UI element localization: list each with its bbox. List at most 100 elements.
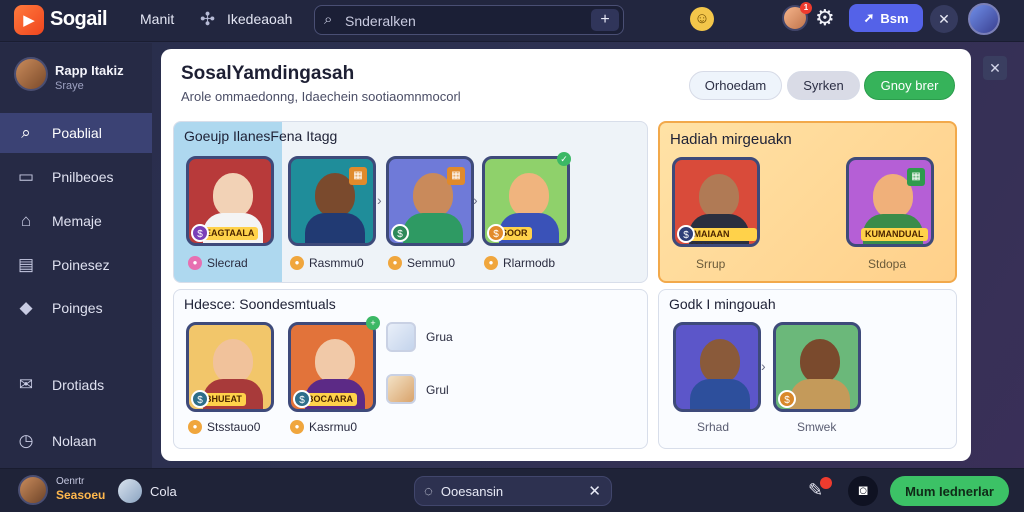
- search-icon: ⌕: [21, 123, 31, 142]
- tile-caption: BOCAARA: [303, 393, 357, 406]
- list-thumbnail[interactable]: [386, 374, 416, 404]
- search-input[interactable]: [345, 11, 585, 31]
- avatar-mini-icon: ●: [484, 256, 498, 270]
- bottom-bar: Oenrtr Seasoeu Cola ◌ Ooesansin ✕ ✎ ◙ Mu…: [0, 468, 1024, 512]
- home-icon: ⌂: [20, 211, 32, 230]
- character-body: [690, 379, 750, 409]
- game-tile[interactable]: BHUEAT $: [186, 322, 274, 412]
- profile-name: Rapp Itakiz: [55, 63, 124, 78]
- close-icon[interactable]: ✕: [983, 56, 1007, 80]
- top-bar: ▶ Sogail Manit ✣ Ikedeaoah ⌕ + ☺ 1 ⚙ ➚ Bs…: [0, 0, 1024, 42]
- mail-icon: ✉: [18, 375, 34, 394]
- notification-badge: [820, 477, 832, 489]
- smiley-icon[interactable]: ☺: [690, 7, 714, 31]
- tile-label-text: Slecrad: [207, 256, 248, 270]
- user-avatar[interactable]: [18, 475, 48, 505]
- sidebar-item-label: Pnilbeoes: [52, 169, 114, 185]
- tile-label: ● Kasrmu0: [290, 420, 357, 434]
- coin-icon: $: [293, 390, 311, 408]
- tile-caption: EAGTAALA: [201, 227, 259, 240]
- gear-icon[interactable]: ⚙: [815, 5, 835, 31]
- join-button-label: Bsm: [880, 10, 909, 26]
- avatar-mini-icon: ●: [290, 420, 304, 434]
- puzzle-icon: ✣: [200, 9, 216, 29]
- play-logo-icon[interactable]: ▶: [14, 5, 44, 35]
- gift-icon: ▦: [349, 167, 367, 185]
- game-tile[interactable]: BOCAARA $: [288, 322, 376, 412]
- gift-icon: ▦: [907, 168, 925, 186]
- tile-label: ● Slecrad: [188, 256, 248, 270]
- close-icon[interactable]: ✕: [588, 482, 601, 500]
- friend-name[interactable]: Cola: [150, 484, 177, 499]
- tile-label: Smwek: [797, 420, 837, 434]
- user-avatar[interactable]: [968, 3, 1000, 35]
- nav-link-secondary[interactable]: Ikedeaoah: [227, 11, 292, 27]
- character-body: [790, 379, 850, 409]
- character-face: [509, 173, 549, 217]
- sidebar-item-inbox[interactable]: ▭ Pnilbeoes: [0, 157, 152, 197]
- game-tile[interactable]: SOOR $: [482, 156, 570, 246]
- rocket-icon: ➚: [863, 10, 875, 25]
- coin-icon: $: [191, 390, 209, 408]
- user-name: Seasoeu: [56, 488, 106, 502]
- filter-pill-2[interactable]: Syrken: [787, 71, 860, 100]
- chevron-right-icon: ›: [377, 192, 382, 208]
- game-tile[interactable]: EAGTAALA $: [186, 156, 274, 246]
- tools-icon[interactable]: ✕: [930, 5, 958, 33]
- join-button[interactable]: ➚ Bsm: [849, 4, 923, 32]
- profile-avatar[interactable]: [14, 57, 48, 91]
- character-face: [315, 339, 355, 383]
- tile-label: ● Rlarmodb: [484, 256, 555, 270]
- search-bar: ⌕ +: [314, 5, 624, 35]
- coin-icon: $: [677, 225, 695, 243]
- clock-icon: ◷: [18, 431, 34, 450]
- camera-icon[interactable]: ◙: [848, 476, 878, 506]
- sidebar-item-label: Poinesez: [52, 257, 110, 273]
- tile-label: ● Stsstauo0: [188, 420, 260, 434]
- tile-label-text: Stsstauo0: [207, 420, 261, 434]
- game-tile[interactable]: ▦: [288, 156, 376, 246]
- filter-pill-1[interactable]: Orhoedam: [689, 71, 782, 100]
- sidebar-item-home[interactable]: ⌂ Memaje: [0, 201, 152, 241]
- coin-icon: $: [391, 224, 409, 242]
- sidebar-item-clock[interactable]: ◷ Nolaan: [0, 421, 152, 461]
- list-item-label[interactable]: Grul: [426, 383, 449, 397]
- avatar-mini-icon: ●: [188, 420, 202, 434]
- gift-icon: ▦: [447, 167, 465, 185]
- game-tile[interactable]: [673, 322, 761, 412]
- tile-label: Srhad: [697, 420, 730, 434]
- sidebar-item-mail[interactable]: ✉ Drotiads: [0, 365, 152, 405]
- list-thumbnail[interactable]: [386, 322, 416, 352]
- list-item-label[interactable]: Grua: [426, 330, 453, 344]
- search-icon: ⌕: [324, 11, 333, 28]
- sidebar-item-list[interactable]: ▤ Poinesez: [0, 245, 152, 285]
- sidebar-item-tag[interactable]: ◆ Poinges: [0, 288, 152, 328]
- character-face: [700, 339, 740, 383]
- notification-badge: 1: [800, 2, 812, 14]
- tile-caption: KUMANDUAL: [861, 228, 928, 241]
- tile-caption: IMAIAAN IANIA: [687, 228, 757, 244]
- game-tile[interactable]: KUMANDUAL ▦: [846, 157, 934, 247]
- sidebar-item-search[interactable]: ⌕ Poablial: [0, 113, 152, 153]
- game-tile[interactable]: $: [773, 322, 861, 412]
- nav-link-primary[interactable]: Manit: [140, 11, 174, 27]
- filter-pill-3[interactable]: Gnoy brer: [864, 71, 955, 100]
- coin-icon: $: [487, 224, 505, 242]
- game-tile[interactable]: IMAIAAN IANIA $: [672, 157, 760, 247]
- add-icon[interactable]: +: [591, 9, 619, 31]
- tag-icon: ◆: [19, 298, 33, 317]
- chat-pill[interactable]: ◌ Ooesansin ✕: [414, 476, 612, 506]
- tile-label-text: Rasmmu0: [309, 256, 364, 270]
- sidebar-item-label: Drotiads: [52, 377, 105, 393]
- card-title: Goeujp IlanesFena Itagg: [184, 128, 338, 144]
- brand-name[interactable]: Sogail: [50, 8, 108, 31]
- character-face: [800, 339, 840, 383]
- friend-avatar[interactable]: [118, 479, 142, 503]
- tile-label: Stdopa: [868, 257, 907, 271]
- tile-label: ● Semmu0: [388, 256, 455, 270]
- avatar-mini-icon: ●: [188, 256, 202, 270]
- main-panel: SosalYamdingasah Arole ommaedonng, Idaec…: [161, 49, 971, 461]
- game-tile[interactable]: $ ▦: [386, 156, 474, 246]
- coin-icon: $: [191, 224, 209, 242]
- primary-action-button[interactable]: Mum Iednerlar: [890, 476, 1009, 506]
